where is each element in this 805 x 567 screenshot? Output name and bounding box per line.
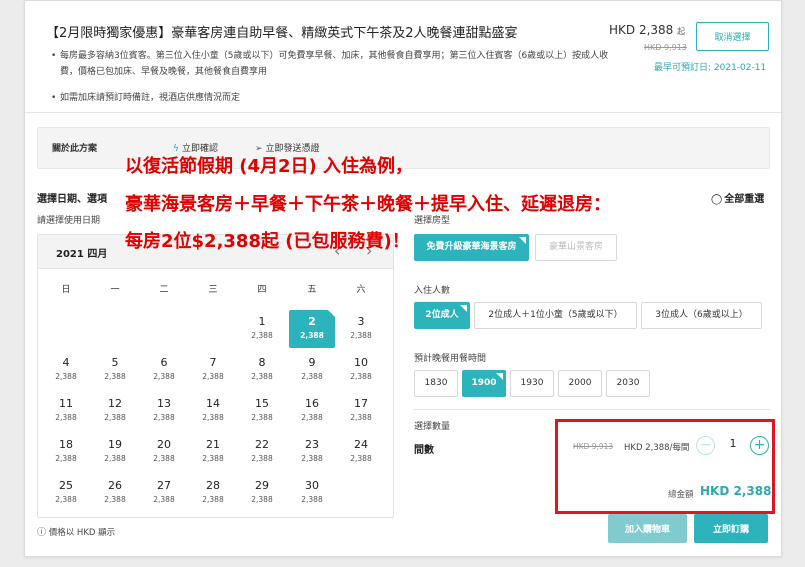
dinner-time-label: 預計晚餐用餐時間	[414, 354, 487, 364]
calendar-day[interactable]: 9 2,388	[289, 351, 335, 389]
guest-option-2-adults-1-child[interactable]: 2位成人＋1位小童（5歲或以下）	[474, 302, 637, 329]
earliest-booking-date: 最早可預訂日: 2021-02-11	[654, 63, 767, 73]
calendar-day[interactable]: 10 2,388	[338, 351, 384, 389]
calendar-day[interactable]: 26 2,388	[92, 474, 138, 512]
weekday-row: 日一二三四五六	[38, 282, 393, 296]
calendar-day[interactable]: 30 2,388	[289, 474, 335, 512]
guests-label: 入住人數	[414, 286, 451, 296]
room-count-label: 間數	[414, 445, 434, 456]
calendar-day[interactable]: 4 2,388	[43, 351, 89, 389]
calendar-day[interactable]: 28 2,388	[190, 474, 236, 512]
product-card: 【2月限時獨家優惠】豪華客房連自助早餐、精緻英式下午茶及2人晚餐連甜點盛宴 每房…	[24, 0, 782, 557]
room-option-seaview[interactable]: 免費升級豪華海景客房	[414, 234, 529, 261]
package-terms: 每房最多容納3位賓客。第三位入住小童（5歲或以下）可免費享早餐、加床，其他餐食自…	[51, 48, 611, 106]
term-bullet: 每房最多容納3位賓客。第三位入住小童（5歲或以下）可免費享早餐、加床，其他餐食自…	[51, 48, 611, 80]
promo-overlay-line-3: 每房2位$2,388起 (已包服務費)！	[125, 231, 410, 252]
calendar-day[interactable]: 14 2,388	[190, 392, 236, 430]
calendar-day[interactable]: 16 2,388	[289, 392, 335, 430]
dinner-time-1830[interactable]: 1830	[414, 370, 458, 397]
currency-note: ⓘ 價格以 HKD 顯示	[37, 528, 116, 538]
guest-option-2-adults[interactable]: 2位成人	[414, 302, 470, 329]
room-option-mountainview[interactable]: 豪華山景客房	[535, 234, 617, 261]
date-calendar: 2021 四月 ‹ › 日一二三四五六 1 2,388 2 2,388 3 2,388 4 2…	[37, 234, 394, 518]
quantity-label: 選擇數量	[414, 422, 451, 432]
calendar-day[interactable]: 29 2,388	[239, 474, 285, 512]
promo-overlay-line-1: 以復活節假期 (4月2日) 入住為例，	[125, 156, 414, 177]
weekday-label: 六	[356, 285, 366, 295]
weekday-label: 一	[110, 285, 120, 295]
weekday-label: 二	[159, 285, 169, 295]
calendar-day[interactable]: 5 2,388	[92, 351, 138, 389]
divider	[414, 409, 770, 410]
cancel-selection-button[interactable]: 取消選擇	[696, 22, 769, 51]
dinner-time-1900[interactable]: 1900	[462, 370, 506, 397]
dinner-time-1930[interactable]: 1930	[510, 370, 554, 397]
calendar-day[interactable]: 21 2,388	[190, 433, 236, 471]
promo-overlay-line-2: 豪華海景客房＋早餐＋下午茶＋晚餐＋提早入住、延遲退房：	[125, 194, 611, 215]
calendar-day[interactable]: 18 2,388	[43, 433, 89, 471]
calendar-day[interactable]: 25 2,388	[43, 474, 89, 512]
calendar-day[interactable]: 20 2,388	[141, 433, 187, 471]
calendar-day[interactable]: 8 2,388	[239, 351, 285, 389]
weekday-label: 三	[208, 285, 218, 295]
calendar-day[interactable]: 27 2,388	[141, 474, 187, 512]
calendar-day[interactable]: 15 2,388	[239, 392, 285, 430]
refresh-icon: ◯	[711, 194, 723, 205]
book-now-button[interactable]: 立即訂購	[694, 514, 768, 543]
calendar-day[interactable]: 24 2,388	[338, 433, 384, 471]
calendar-day[interactable]: 7 2,388	[190, 351, 236, 389]
select-section-title: 選擇日期、選項	[37, 194, 107, 205]
calendar-day[interactable]: 19 2,388	[92, 433, 138, 471]
calendar-day[interactable]: 22 2,388	[239, 433, 285, 471]
weekday-label: 四	[257, 285, 267, 295]
guest-option-3-adults[interactable]: 3位成人（6歲或以上）	[641, 302, 762, 329]
package-title: 【2月限時獨家優惠】豪華客房連自助早餐、精緻英式下午茶及2人晚餐連甜點盛宴	[46, 26, 518, 41]
select-date-hint: 請選擇使用日期	[37, 216, 101, 226]
calendar-day[interactable]: 3 2,388	[338, 310, 384, 348]
dinner-time-2030[interactable]: 2030	[606, 370, 650, 397]
info-icon: ⓘ	[37, 528, 47, 538]
term-bullet: 如需加床請預訂時備註，視酒店供應情況而定	[51, 90, 611, 106]
calendar-day[interactable]: 17 2,388	[338, 392, 384, 430]
calendar-day[interactable]: 11 2,388	[43, 392, 89, 430]
reset-all-button[interactable]: ◯ 全部重選	[711, 190, 764, 205]
calendar-day[interactable]: 1 2,388	[239, 310, 285, 348]
original-price: HKD 9,913	[644, 43, 687, 52]
calendar-day[interactable]: 13 2,388	[141, 392, 187, 430]
highlight-box	[555, 419, 775, 514]
about-label: 關於此方案	[52, 144, 98, 154]
weekday-label: 日	[61, 285, 71, 295]
add-to-cart-button[interactable]: 加入購物車	[608, 514, 687, 543]
price-from-mark: 起	[677, 27, 686, 36]
dinner-time-2000[interactable]: 2000	[558, 370, 602, 397]
calendar-month: 2021 四月	[56, 249, 108, 260]
weekday-label: 五	[307, 285, 317, 295]
package-header: 【2月限時獨家優惠】豪華客房連自助早餐、精緻英式下午茶及2人晚餐連甜點盛宴 每房…	[25, 1, 781, 113]
calendar-day[interactable]: 12 2,388	[92, 392, 138, 430]
calendar-day[interactable]: 23 2,388	[289, 433, 335, 471]
calendar-day[interactable]: 2 2,388	[289, 310, 335, 348]
calendar-day[interactable]: 6 2,388	[141, 351, 187, 389]
package-price: HKD 2,388 起	[609, 23, 686, 37]
